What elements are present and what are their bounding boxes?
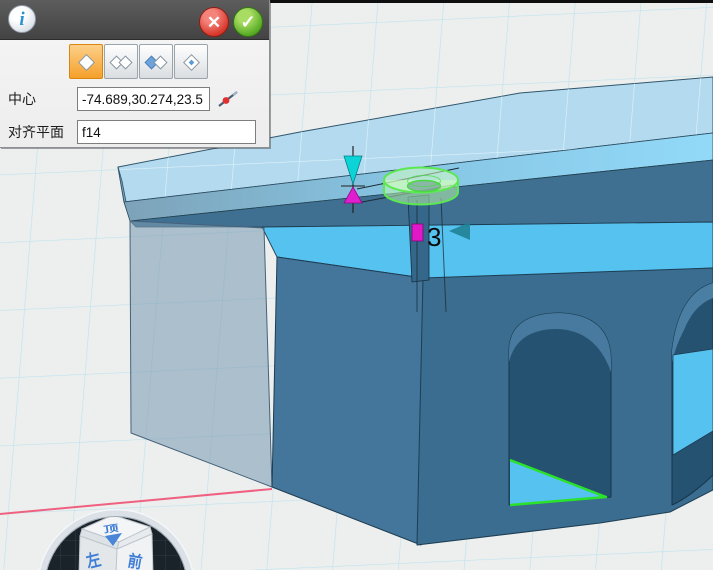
center-label: 中心 (8, 89, 77, 109)
cad-application-window: 3 顶 左 前 i ✕ ✓ (0, 0, 713, 570)
mode-point-on-entity-button[interactable] (139, 44, 173, 79)
align-plane-field-row: 对齐平面 (8, 120, 256, 144)
hole-command-dialog: i ✕ ✓ 中心 (0, 0, 270, 148)
diamond-icon (74, 50, 98, 74)
mode-midpoint-button[interactable] (174, 44, 208, 79)
mode-two-points-button[interactable] (104, 44, 138, 79)
depth-drag-handle[interactable] (412, 224, 423, 241)
info-icon[interactable]: i (8, 5, 36, 33)
highlighted-hole-ring[interactable] (384, 168, 458, 205)
diamond-with-dot-icon (179, 50, 203, 74)
align-plane-input[interactable] (77, 120, 256, 144)
cancel-button[interactable]: ✕ (199, 7, 229, 37)
point-picker-icon[interactable] (214, 87, 242, 111)
depth-value-label[interactable]: 3 (427, 222, 441, 252)
align-plane-label: 对齐平面 (8, 122, 77, 142)
two-diamonds-icon (108, 50, 134, 74)
center-input[interactable] (77, 87, 210, 111)
mode-single-point-button[interactable] (69, 44, 103, 79)
input-mode-toolbar (69, 44, 209, 79)
blue-white-diamonds-icon (143, 50, 169, 74)
confirm-button[interactable]: ✓ (233, 7, 263, 37)
center-field-row: 中心 (8, 87, 242, 111)
dialog-titlebar[interactable]: i ✕ ✓ (0, 0, 269, 40)
viewcube-top-label[interactable]: 顶 (103, 523, 120, 536)
viewport-top-border (268, 0, 713, 3)
